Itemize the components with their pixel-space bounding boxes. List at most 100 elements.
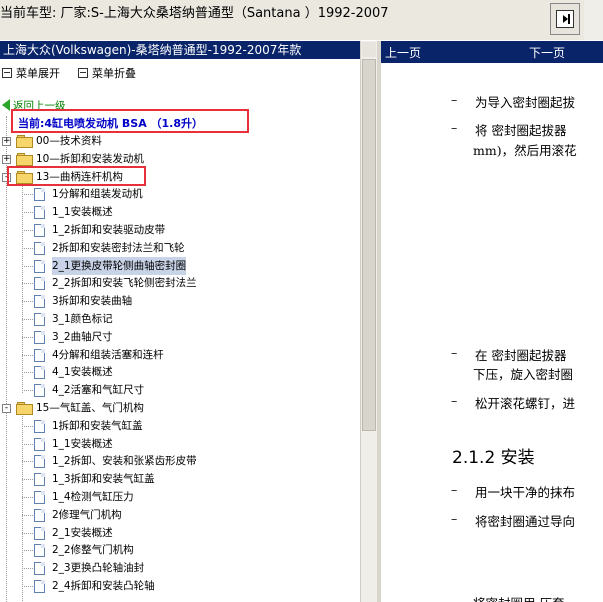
expand-icon [2,68,12,78]
tree-item[interactable]: 2拆卸和安装密封法兰和飞轮 [52,239,185,257]
current-engine-label: 当前:4缸电喷发动机 BSA （1.8升） [18,117,204,130]
next-page-link[interactable]: 下一页 [529,44,565,61]
tree-item[interactable]: 3_1颜色标记 [52,310,113,328]
tree-item-label: 3_1颜色标记 [52,313,113,325]
tree-item[interactable]: 2_2拆卸和安装飞轮侧密封法兰 [52,274,197,292]
document-icon [34,384,45,398]
collapse-minus-icon[interactable]: - [2,404,11,413]
document-icon [34,206,45,220]
tree-item[interactable]: 2修理气门机构 [52,506,122,524]
tree-item[interactable]: 3_2曲轴尺寸 [52,328,113,346]
tree-item-label: 2_2拆卸和安装飞轮侧密封法兰 [52,277,197,290]
current-vehicle-title: 当前车型: 厂家:S-上海大众桑塔纳普通型（Santana ）1992-2007 [0,6,389,21]
document-icon [34,580,45,593]
prev-page-link[interactable]: 上一页 [385,44,421,61]
tree-item-label: 4分解和组装活塞和连杆 [52,348,164,361]
toolbar-edge [584,0,603,40]
tree-item[interactable]: 1_2拆卸和安装驱动皮带 [52,221,165,239]
tree-item-label: 00—技术资料 [36,135,102,147]
play-icon [556,10,574,28]
tree-folder[interactable]: 00—技术资料 [36,132,102,150]
expand-plus-icon[interactable]: + [2,137,11,146]
document-icon [34,544,45,558]
highlight-frame [7,166,146,186]
bullet-dash: – [451,120,458,135]
page-nav-bar: 上一页 下一页 [381,41,603,63]
document-icon [34,295,45,309]
menu-toolbar: 菜单展开 菜单折叠 [0,62,360,82]
tree-item-label: 2_1安装概述 [52,526,113,539]
tree-item[interactable]: 1_4检测气缸压力 [52,488,134,506]
scroll-up-arrow[interactable] [362,42,376,57]
tree-item-label: 1拆卸和安装气缸盖 [52,419,143,432]
tree-scrollbar[interactable] [360,41,377,602]
document-icon [34,491,45,504]
bullet-dash: – [451,393,458,408]
tree-item-label: 1_2拆卸和安装驱动皮带 [52,224,166,236]
tree-item[interactable]: 1_1安装概述 [52,435,113,453]
tree-item[interactable]: 1分解和组装发动机 [52,185,143,203]
tree-item[interactable]: 2_1安装概述 [52,524,113,542]
document-icon [34,562,45,576]
folder-icon [16,135,33,148]
tree-item-label: 1_2拆卸、安装和张紧齿形皮带 [52,455,197,468]
tree-item-label: 2_4拆卸和安装凸轮轴 [52,580,155,592]
document-text-line: 用一块干净的抹布 [475,485,576,500]
document-icon [34,455,45,469]
expand-plus-icon[interactable]: + [2,154,11,164]
document-text-line: 松开滚花螺钉，进 [475,396,576,411]
tree-item-label: 15—气缸盖、气门机构 [36,402,144,414]
document-text-line: mm)，然后用滚花 [473,143,577,158]
document-icon [34,188,45,202]
collapse-icon [78,68,88,78]
document-icon [34,259,45,273]
tree-item[interactable]: 4_2活塞和气缸尺寸 [52,381,144,399]
tree-item-label: 3拆卸和安装曲轴 [52,295,133,308]
document-icon [34,473,45,487]
document-icon [34,437,45,451]
document-icon [34,277,45,291]
tree-item[interactable]: 2_3更换凸轮轴油封 [52,559,144,577]
document-text-line: 将密封圈通过导向 [475,514,576,529]
tree-item[interactable]: 3拆卸和安装曲轴 [52,292,132,310]
document-text-line: 为导入密封圈起拔 [475,95,576,110]
run-button[interactable] [550,3,580,35]
tree-item[interactable]: 4分解和组装活塞和连杆 [52,346,164,364]
document-text-line: 在 密封圈起拔器 [475,348,567,363]
document-icon [34,224,45,237]
bullet-dash: – [451,482,458,497]
tree-item[interactable]: 2_4拆卸和安装凸轮轴 [52,577,155,595]
left-pane-header: 上海大众(Volkswagen)-桑塔纳普通型-1992-2007年款 [0,41,363,59]
bullet-dash: – [451,92,458,107]
tree-item-label: 2_1更换皮带轮侧曲轴密封圈 [52,256,187,275]
tree-item-label: 4_2活塞和气缸尺寸 [52,384,145,397]
tree-item[interactable]: 1_2拆卸、安装和张紧齿形皮带 [52,452,197,470]
folder-icon [16,402,33,415]
document-icon [34,508,45,522]
document-icon [34,313,45,326]
tree-item[interactable]: 1拆卸和安装气缸盖 [52,417,143,435]
document-icon [34,419,45,433]
tree-folder[interactable]: 15—气缸盖、气门机构 [36,399,144,417]
tree-item-label: 1_3拆卸和安装气缸盖 [52,473,155,486]
menu-collapse-button[interactable]: 菜单折叠 [78,65,136,81]
current-engine-box: 当前:4缸电喷发动机 BSA （1.8升） [11,109,249,133]
tree-item[interactable]: 2_1更换皮带轮侧曲轴密封圈 [52,256,187,275]
tree-item-label: 1_1安装概述 [52,206,113,219]
document-icon [34,366,45,380]
tree-item-label: 3_2曲轴尺寸 [52,330,113,343]
tree-item-label: 4_1安装概述 [52,366,113,379]
menu-expand-button[interactable]: 菜单展开 [2,65,60,81]
document-text-line: 下压，旋入密封圈 [473,367,574,382]
scroll-thumb[interactable] [362,59,376,431]
document-icon [34,330,45,344]
menu-expand-label: 菜单展开 [16,67,60,80]
document-icon [34,348,45,362]
tree-item[interactable]: 1_1安装概述 [52,203,113,221]
tree-item[interactable]: 2_2修整气门机构 [52,541,134,559]
document-icon [34,526,45,540]
document-viewer: 2.1.2 安装 – 为导入密封圈起拔 – 将 密封圈起拔器 mm)，然后用滚花 – 在 密… [381,63,603,602]
tree-item-label: 2_2修整气门机构 [52,544,134,557]
tree-item[interactable]: 4_1安装概述 [52,363,113,381]
tree-item[interactable]: 1_3拆卸和安装气缸盖 [52,470,155,488]
